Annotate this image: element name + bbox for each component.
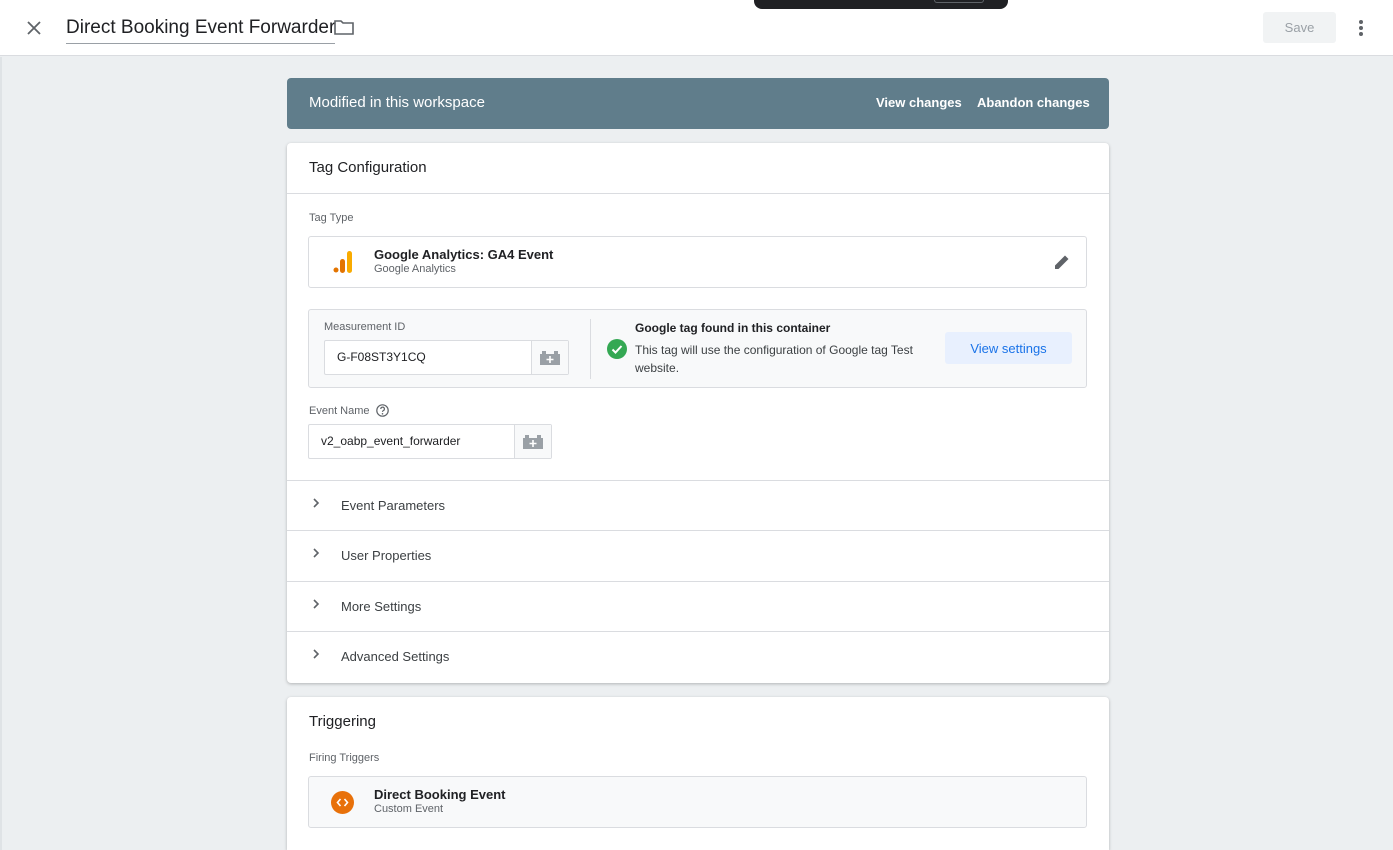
event-name-field[interactable]: v2_oabp_event_forwarder xyxy=(308,424,552,459)
view-changes-link[interactable]: View changes xyxy=(876,95,962,110)
google-analytics-icon xyxy=(333,251,352,273)
measurement-id-label: Measurement ID xyxy=(324,321,406,333)
view-settings-button[interactable]: View settings xyxy=(945,332,1072,364)
chevron-right-icon xyxy=(313,548,320,558)
more-vert-icon xyxy=(1359,20,1363,36)
tag-name-input[interactable]: Direct Booking Event Forwarder xyxy=(66,14,336,44)
variable-picker-button[interactable] xyxy=(515,425,551,458)
tag-type-selector[interactable]: Google Analytics: GA4 Event Google Analy… xyxy=(308,236,1087,288)
tag-type-label: Tag Type xyxy=(309,212,354,224)
event-name-value[interactable]: v2_oabp_event_forwarder xyxy=(309,425,515,458)
help-icon[interactable] xyxy=(376,404,389,417)
trigger-item[interactable]: Direct Booking Event Custom Event xyxy=(308,776,1087,828)
toast-notification xyxy=(754,0,1008,9)
trigger-type: Custom Event xyxy=(374,803,444,815)
google-tag-found-description: This tag will use the configuration of G… xyxy=(635,343,913,375)
section-event-parameters[interactable]: Event Parameters xyxy=(287,480,1109,531)
abandon-changes-link[interactable]: Abandon changes xyxy=(977,95,1090,110)
custom-event-icon xyxy=(331,791,354,814)
check-circle-icon xyxy=(607,339,627,359)
measurement-id-field[interactable]: G-F08ST3Y1CQ xyxy=(324,340,569,375)
event-name-label: Event Name xyxy=(309,405,370,417)
folder-icon xyxy=(334,20,354,35)
card-heading: Tag Configuration xyxy=(287,143,1109,194)
tag-type-vendor: Google Analytics xyxy=(374,263,456,275)
trigger-name: Direct Booking Event xyxy=(374,787,506,802)
section-label: Advanced Settings xyxy=(341,649,450,664)
variable-picker-button[interactable] xyxy=(532,341,568,374)
tag-type-name: Google Analytics: GA4 Event xyxy=(374,247,554,262)
triggering-card: Triggering Firing Triggers Direct Bookin… xyxy=(287,697,1109,850)
panel-divider xyxy=(590,319,591,379)
tag-configuration-card: Tag Configuration Tag Type Google Analyt… xyxy=(287,143,1109,683)
google-tag-found-title: Google tag found in this container xyxy=(635,321,831,335)
variable-brick-icon xyxy=(523,434,543,449)
section-user-properties[interactable]: User Properties xyxy=(287,530,1109,581)
chevron-right-icon xyxy=(313,649,320,659)
section-advanced-settings[interactable]: Advanced Settings xyxy=(287,631,1109,682)
section-label: User Properties xyxy=(341,548,432,563)
chevron-right-icon xyxy=(313,498,320,508)
folder-button[interactable] xyxy=(333,16,357,40)
close-button[interactable] xyxy=(20,14,48,42)
banner-title: Modified in this workspace xyxy=(309,94,485,111)
section-label: More Settings xyxy=(341,599,422,614)
chevron-right-icon xyxy=(313,599,320,609)
left-edge-shadow xyxy=(0,57,2,850)
close-icon xyxy=(27,21,41,35)
triggering-heading: Triggering xyxy=(309,713,376,730)
edit-pencil-icon[interactable] xyxy=(1053,253,1071,271)
measurement-id-panel: Measurement ID G-F08ST3Y1CQ Google tag f… xyxy=(308,309,1087,388)
variable-brick-icon xyxy=(540,350,560,365)
section-label: Event Parameters xyxy=(341,498,446,513)
save-button[interactable]: Save xyxy=(1263,12,1336,43)
more-options-button[interactable] xyxy=(1349,14,1373,42)
workspace-banner: Modified in this workspace View changes … xyxy=(287,78,1109,129)
top-bar: Direct Booking Event Forwarder Save xyxy=(0,0,1393,56)
measurement-id-value[interactable]: G-F08ST3Y1CQ xyxy=(325,341,532,374)
firing-triggers-label: Firing Triggers xyxy=(309,752,380,764)
section-more-settings[interactable]: More Settings xyxy=(287,581,1109,632)
